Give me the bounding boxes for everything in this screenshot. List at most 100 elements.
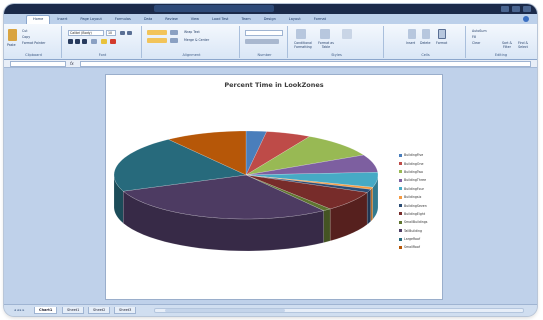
align-top-icon[interactable]: [147, 30, 167, 35]
legend-swatch: [399, 245, 402, 249]
group-label-alignment: Alignment: [182, 53, 201, 57]
font-name-select[interactable]: Calibri (Body): [68, 30, 104, 36]
number-format-select[interactable]: [245, 30, 283, 36]
legend-label: BuildingFive: [404, 153, 424, 158]
indent-icon[interactable]: [170, 38, 178, 43]
tab-home[interactable]: Home: [26, 15, 51, 24]
ribbon-tabs: Home Insert Page Layout Formulas Data Re…: [4, 14, 537, 24]
group-label-cells: Cells: [421, 53, 430, 57]
conditional-formatting-icon[interactable]: [296, 29, 306, 39]
scrollbar-thumb[interactable]: [165, 309, 285, 312]
tab-load-test[interactable]: Load Test: [206, 16, 234, 24]
legend-swatch: [399, 195, 402, 199]
group-label-editing: Editing: [494, 53, 508, 57]
tab-layout[interactable]: Layout: [283, 16, 307, 24]
format-table-icon[interactable]: [320, 29, 330, 39]
formula-input[interactable]: [80, 61, 531, 67]
pie-chart[interactable]: [106, 75, 444, 301]
borders-icon[interactable]: [91, 39, 97, 44]
insert-button[interactable]: Insert: [406, 41, 415, 45]
legend-swatch: [399, 212, 402, 216]
underline-icon[interactable]: [82, 39, 87, 44]
tab-view[interactable]: View: [185, 16, 205, 24]
tab-design[interactable]: Design: [258, 16, 282, 24]
chart-area[interactable]: Percent Time in LookZones BuildingFive Bu…: [105, 74, 443, 300]
sheet-tab-sheet2[interactable]: Sheet2: [88, 307, 111, 314]
italic-icon[interactable]: [75, 39, 80, 44]
tab-insert[interactable]: Insert: [51, 16, 73, 24]
group-label-clipboard: Clipboard: [25, 53, 42, 57]
font-size-select[interactable]: 10: [106, 30, 116, 36]
legend-label: SmallBuildings: [404, 220, 428, 225]
paste-button[interactable]: Paste: [7, 43, 16, 47]
legend-swatch: [399, 178, 402, 182]
paste-icon[interactable]: [8, 29, 17, 41]
fill-button[interactable]: Fill: [472, 35, 476, 39]
sheet-tab-sheet3[interactable]: Sheet3: [114, 307, 137, 314]
sheet-nav-arrows[interactable]: ◂ ◂ ▸ ▸: [14, 308, 24, 313]
help-icon[interactable]: [523, 16, 529, 22]
tab-review[interactable]: Review: [159, 16, 184, 24]
format-button[interactable]: Format: [436, 41, 447, 45]
excel-window: Home Insert Page Layout Formulas Data Re…: [4, 4, 537, 316]
group-cells: Insert Delete Format Cells: [386, 26, 466, 58]
insert-cells-icon[interactable]: [408, 29, 416, 39]
find-select-button[interactable]: Find & Select: [516, 41, 530, 49]
merge-center-button[interactable]: Merge & Center: [184, 38, 209, 42]
window-title-area: [154, 5, 274, 12]
autosum-button[interactable]: AutoSum: [472, 29, 487, 33]
orientation-icon[interactable]: [170, 30, 178, 35]
legend-entry: Buildingsix: [399, 193, 427, 201]
conditional-formatting-button[interactable]: Conditional Formatting: [291, 41, 315, 49]
legend-label: BuildingFour: [404, 186, 424, 191]
copy-button[interactable]: Copy: [22, 35, 30, 39]
grow-font-icon[interactable]: [120, 31, 125, 35]
format-painter-button[interactable]: Format Painter: [22, 41, 45, 45]
bold-icon[interactable]: [68, 39, 73, 44]
tab-team[interactable]: Team: [235, 16, 256, 24]
group-styles: Conditional Formatting Format as Table S…: [290, 26, 384, 58]
cut-button[interactable]: Cut: [22, 29, 28, 33]
horizontal-scrollbar[interactable]: [154, 308, 524, 313]
legend-entry: BuildingOne: [399, 159, 427, 167]
legend-label: Buildingsix: [404, 195, 422, 200]
wrap-text-button[interactable]: Wrap Text: [184, 30, 200, 34]
name-box[interactable]: [10, 61, 66, 67]
shrink-font-icon[interactable]: [127, 31, 132, 35]
align-left-icon[interactable]: [147, 38, 167, 43]
fx-icon[interactable]: fx: [70, 60, 74, 68]
legend-label: LargeRoof: [404, 237, 421, 242]
tab-page-layout[interactable]: Page Layout: [74, 16, 107, 24]
pie-slice-side-6: [370, 186, 373, 222]
group-label-styles: Styles: [331, 53, 342, 57]
legend-label: BuildingEight: [404, 211, 426, 216]
legend-entry: BuildingThree: [399, 176, 427, 184]
tab-format[interactable]: Format: [308, 16, 332, 24]
delete-cells-icon[interactable]: [422, 29, 430, 39]
group-editing: AutoSum Fill Clear Sort & Filter Find & …: [468, 26, 534, 58]
sheet-tab-chart1[interactable]: Chart1: [34, 307, 58, 314]
format-as-table-button[interactable]: Format as Table: [317, 41, 335, 49]
legend-entry: BuildingEight: [399, 210, 427, 218]
tab-data[interactable]: Data: [138, 16, 158, 24]
sort-filter-button[interactable]: Sort & Filter: [500, 41, 514, 49]
legend-label: SmallRoof: [404, 245, 420, 250]
font-color-icon[interactable]: [110, 39, 116, 44]
maximize-button[interactable]: [512, 6, 520, 12]
format-cells-icon[interactable]: [438, 29, 446, 39]
close-button[interactable]: [523, 6, 531, 12]
cell-styles-icon[interactable]: [342, 29, 352, 39]
legend-entry: BuildingFive: [399, 151, 427, 159]
legend-label: BuildingThree: [404, 178, 427, 183]
sheet-tab-sheet1[interactable]: Sheet1: [62, 307, 85, 314]
minimize-button[interactable]: [501, 6, 509, 12]
legend-label: TallBuilding: [404, 228, 423, 233]
number-format-icons[interactable]: [245, 39, 279, 44]
formula-bar: fx: [4, 60, 537, 68]
fill-color-icon[interactable]: [101, 39, 107, 44]
clear-button[interactable]: Clear: [472, 41, 480, 45]
legend-swatch: [399, 229, 402, 233]
tab-formulas[interactable]: Formulas: [109, 16, 137, 24]
title-bar: [4, 4, 537, 14]
delete-button[interactable]: Delete: [420, 41, 430, 45]
